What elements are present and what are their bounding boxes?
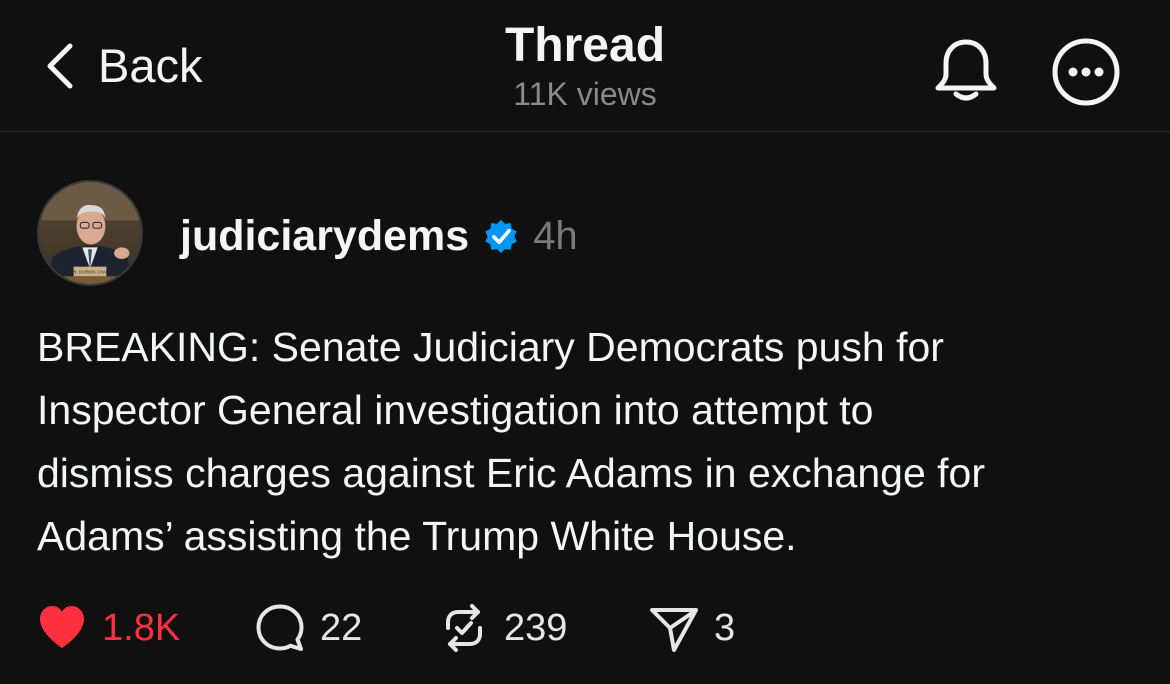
top-bar: Back Thread 11K views: [0, 0, 1170, 132]
username[interactable]: judiciarydems: [180, 206, 469, 266]
repost-button[interactable]: 239: [438, 598, 567, 658]
thread-screen: Back Thread 11K views MR. DURBIN CHAIR j…: [0, 0, 1170, 684]
profile-photo: MR. DURBIN CHAIR: [39, 182, 141, 284]
share-count: 3: [714, 607, 736, 649]
title-block: Thread 11K views: [385, 18, 785, 114]
notifications-button[interactable]: [932, 36, 1000, 104]
like-button[interactable]: 1.8K: [36, 598, 180, 658]
comment-icon: [256, 604, 304, 651]
heart-icon: [40, 606, 84, 648]
post-text: BREAKING: Senate Judiciary Democrats pus…: [37, 324, 986, 559]
reply-count: 22: [320, 607, 363, 649]
like-count: 1.8K: [102, 607, 181, 649]
action-bar: 1.8K 22 239 3: [36, 598, 1136, 658]
repost-icon: [446, 604, 482, 652]
chevron-left-icon: [47, 43, 73, 89]
back-button[interactable]: Back: [44, 36, 203, 96]
bell-icon: [935, 39, 997, 101]
more-button[interactable]: [1050, 36, 1122, 108]
repost-count: 239: [504, 607, 568, 649]
view-count: 11K views: [513, 76, 657, 112]
post-time: 4h: [533, 214, 578, 258]
nameplate-text: MR. DURBIN CHAIR: [70, 269, 110, 274]
page-title: Thread: [504, 19, 666, 72]
back-label: Back: [98, 39, 203, 92]
avatar[interactable]: MR. DURBIN CHAIR: [37, 180, 143, 286]
reply-button[interactable]: 22: [254, 598, 362, 658]
verified-badge-icon: [485, 219, 518, 254]
more-icon: [1052, 38, 1120, 106]
author-row: judiciarydems 4h: [180, 206, 578, 266]
share-button[interactable]: 3: [648, 598, 735, 658]
send-icon: [650, 608, 698, 652]
